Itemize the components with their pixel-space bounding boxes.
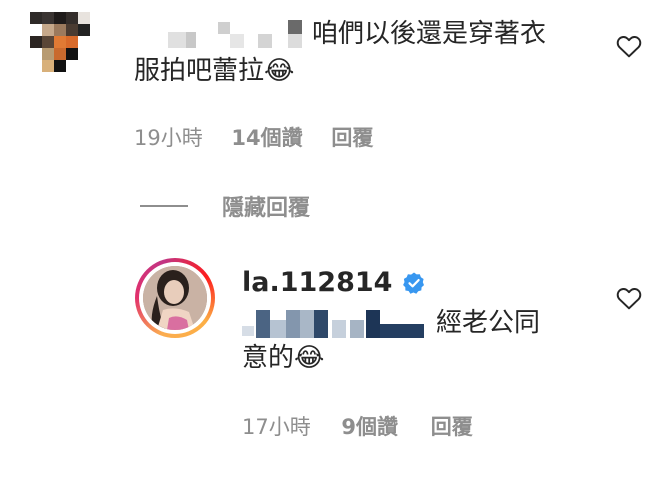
comment-timestamp[interactable]: 19小時: [134, 126, 203, 150]
heart-outline-icon[interactable]: [616, 34, 642, 58]
reply-reply-button[interactable]: 回覆: [431, 415, 473, 439]
hide-replies-divider: [140, 205, 188, 207]
username-censored[interactable]: [160, 20, 310, 48]
avatar-censored[interactable]: [30, 12, 90, 76]
avatar-photo-icon: [143, 266, 207, 330]
comment-reply-button[interactable]: 回覆: [331, 126, 373, 150]
reply-text-line-2: 意的😂: [242, 343, 325, 373]
comment-meta: 19小時 14個讚 回覆: [134, 122, 373, 152]
hide-replies-button[interactable]: 隱藏回覆: [140, 190, 310, 222]
reply-meta: 17小時 9個讚 回覆: [242, 411, 473, 441]
reply-like-count[interactable]: 9個讚: [341, 415, 398, 439]
mention-censored[interactable]: [242, 308, 432, 338]
comment-like-count[interactable]: 14個讚: [231, 126, 302, 150]
avatar: [143, 266, 207, 330]
reply-username-text: la.112814: [242, 267, 393, 298]
comment-text-line-2: 服拍吧蕾拉😂: [134, 56, 295, 86]
hide-replies-label: 隱藏回覆: [222, 196, 311, 221]
verified-badge-icon: [403, 272, 425, 294]
heart-outline-icon[interactable]: [616, 286, 642, 310]
avatar-story-ring[interactable]: [135, 258, 215, 338]
comment-text-line-1: 咱們以後還是穿著衣: [312, 19, 547, 49]
reply-username[interactable]: la.112814: [242, 267, 426, 298]
reply-text-line-1: 經老公同: [436, 308, 541, 338]
reply-timestamp[interactable]: 17小時: [242, 415, 311, 439]
